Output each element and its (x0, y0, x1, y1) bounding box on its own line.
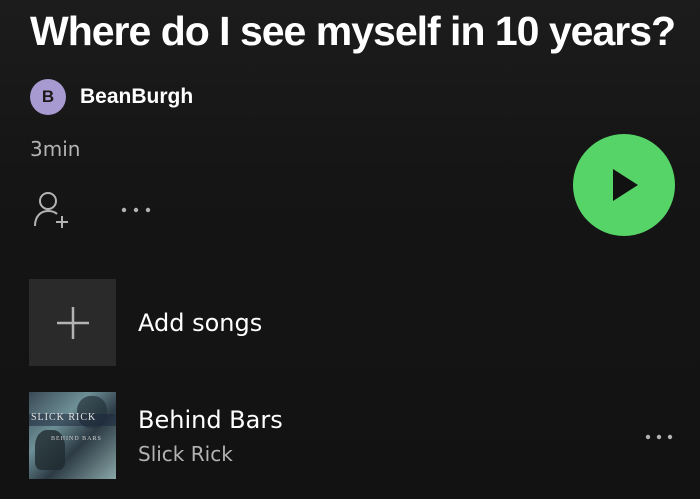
playlist-duration: 3min (30, 137, 81, 161)
owner-link[interactable]: B BeanBurgh (30, 79, 193, 115)
add-user-icon[interactable] (33, 190, 73, 230)
avatar[interactable]: B (30, 79, 66, 115)
track-artist[interactable]: Slick Rick (138, 442, 283, 466)
track-row[interactable]: SLICK RICK BEHIND BARS Behind Bars Slick… (29, 392, 283, 479)
cover-title-text: BEHIND BARS (51, 436, 102, 442)
owner-name[interactable]: BeanBurgh (80, 85, 193, 109)
play-button[interactable] (573, 134, 675, 236)
avatar-initial: B (41, 87, 55, 106)
plus-icon (56, 306, 89, 339)
track-more-icon[interactable] (640, 425, 680, 449)
add-songs-tile[interactable] (29, 279, 116, 366)
cover-artist-text: SLICK RICK (31, 412, 97, 423)
add-songs-button[interactable]: Add songs (29, 279, 262, 366)
play-icon (613, 169, 638, 201)
more-options-icon[interactable] (118, 195, 158, 225)
album-cover: SLICK RICK BEHIND BARS (29, 392, 116, 479)
track-title: Behind Bars (138, 405, 283, 434)
playlist-title: Where do I see myself in 10 years? (30, 8, 676, 54)
add-songs-label[interactable]: Add songs (138, 309, 262, 337)
